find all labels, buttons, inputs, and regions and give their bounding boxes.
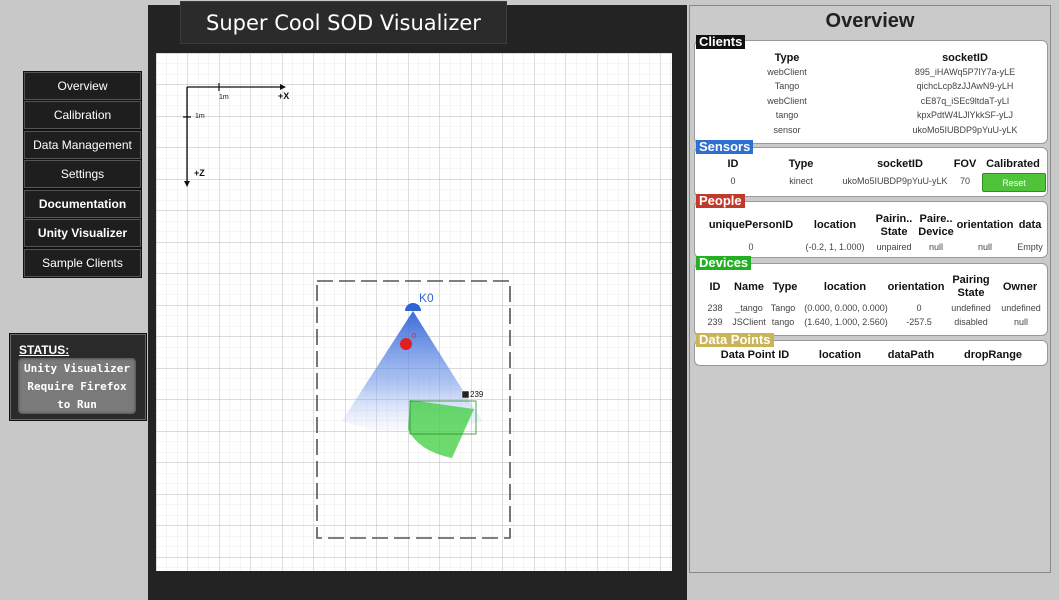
people-header-orientation: orientation [956,219,1014,231]
person-data: Empty [1017,242,1043,252]
person-pairing-state: unpaired [876,242,912,252]
sensor-label: K0 [419,291,434,305]
person-marker [400,338,412,350]
client-socketid: qichcLcp8zJJAwN9-yLH [916,81,1014,91]
nav-documentation-button[interactable]: Documentation [23,189,142,219]
devices-header-pairing-state: State [957,287,985,299]
client-socketid: kpxPdtW4LJlYkkSF-yLJ [916,110,1014,120]
nav-unity-visualizer-button[interactable]: Unity Visualizer [23,218,142,248]
people-header-data: data [1018,219,1042,231]
devices-header-pairing: Pairing [952,274,990,286]
reset-calibration-button[interactable]: Reset [982,173,1046,192]
device-pairing-state: undefined [951,303,991,313]
device-location: (0.000, 0.000, 0.000) [804,303,888,313]
sensors-header-fov: FOV [953,158,977,170]
devices-header-location: location [823,281,867,293]
sensors-header-calibrated: Calibrated [986,158,1040,170]
person-id: 0 [748,242,754,252]
z-axis-label: +Z [194,168,205,178]
people-section: uniquePersonID location Pairin.. State P… [694,201,1048,258]
data-points-section-label: Data Points [696,333,774,347]
client-type: webClient [767,96,807,106]
clients-section-label: Clients [696,35,746,49]
device-type: tango [771,317,795,327]
sensor-fov: 70 [959,176,970,186]
client-type: tango [775,110,799,120]
nav-data-management-button[interactable]: Data Management [23,130,142,160]
people-header-pairing: Pairin.. [875,213,913,225]
overview-panel: Overview Type socketID webClient 895_iHA… [689,5,1051,573]
device-owner: null [1013,317,1028,327]
device-pairing-state: disabled [954,317,988,327]
client-type: Tango [774,81,800,91]
device-type: Tango [770,303,796,313]
sensors-section: ID Type socketID FOV Calibrated 0 kinect… [694,147,1048,197]
x-axis-label: +X [278,91,289,101]
devices-header-name: Name [734,281,764,293]
visualizer-title: Super Cool SOD Visualizer [180,1,507,44]
device-name: _tango [735,303,763,313]
status-label: STATUS: [19,343,70,357]
nav-settings-button[interactable]: Settings [23,159,142,189]
clients-header-type: Type [774,52,800,64]
sensors-header-socketid: socketID [877,158,923,170]
person-orientation: null [977,242,992,252]
client-type: webClient [767,67,807,77]
device-id: 239 [707,317,723,327]
device-name: JSClient [732,317,766,327]
datapoints-header-droprange: dropRange [963,349,1023,361]
datapoints-header-id: Data Point ID [720,349,790,361]
device-orientation: -257.5 [906,317,932,327]
nav-overview-button[interactable]: Overview [23,71,142,101]
people-header-paired-device: Device [918,226,954,238]
device-marker [461,390,470,399]
devices-header-owner: Owner [1002,281,1038,293]
z-scale-label: 1m [195,113,205,120]
client-socketid: cE87q_iSEc9ltdaT-yLI [920,96,1010,106]
visualizer-canvas[interactable]: +X +Z 1m 1m 239 K0 0 [156,53,672,571]
device-id: 238 [707,303,723,313]
datapoints-header-location: location [818,349,862,361]
devices-section: ID Name Type location orientation Pairin… [694,263,1048,336]
people-section-label: People [696,194,745,208]
people-header-uniquepersonid: uniquePersonID [708,219,794,231]
people-header-pairing-state: State [880,226,908,238]
person-location: (-0.2, 1, 1.000) [805,242,865,252]
x-scale-label: 1m [219,94,229,101]
people-header-paired: Paire.. [919,213,953,225]
people-header-location: location [813,219,857,231]
sensor-socketid: ukoMo5IUBDP9pYuU-yLK [842,176,948,186]
devices-section-label: Devices [696,256,752,270]
device-location: (1.640, 1.000, 2.560) [804,317,888,327]
nav-sample-clients-button[interactable]: Sample Clients [23,248,142,278]
client-socketid: 895_iHAWq5P7lY7a-yLE [914,67,1016,77]
status-panel: STATUS: Unity Visualizer Require Firefox… [10,334,146,420]
sensors-section-label: Sensors [696,140,754,154]
client-socketid: ukoMo5IUBDP9pYuU-yLK [912,125,1018,135]
sensors-header-id: ID [727,158,739,170]
device-orientation: 0 [916,303,922,313]
person-label: 0 [412,333,416,340]
clients-header-socketid: socketID [942,52,988,64]
status-line-1: Unity Visualizer [24,362,130,375]
status-message: Unity Visualizer Require Firefox to Run [18,358,136,414]
person-paired-device: null [928,242,943,252]
sensor-id: 0 [730,176,736,186]
overview-title: Overview [825,10,915,32]
devices-header-orientation: orientation [887,281,945,293]
client-type: sensor [773,125,801,135]
grid [156,53,672,571]
device-owner: undefined [1001,303,1041,313]
sensors-header-type: Type [788,158,814,170]
nav-calibration-button[interactable]: Calibration [23,100,142,130]
status-line-3: to Run [57,398,97,411]
device-label: 239 [470,390,484,399]
devices-header-id: ID [709,281,721,293]
sensor-type: kinect [789,176,813,186]
visualizer-svg: +X +Z 1m 1m 239 K0 0 [156,53,672,571]
datapoints-header-datapath: dataPath [887,349,935,361]
devices-header-type: Type [772,281,798,293]
status-line-2: Require Firefox [27,380,127,393]
clients-section: Type socketID webClient 895_iHAWq5P7lY7a… [694,40,1048,144]
